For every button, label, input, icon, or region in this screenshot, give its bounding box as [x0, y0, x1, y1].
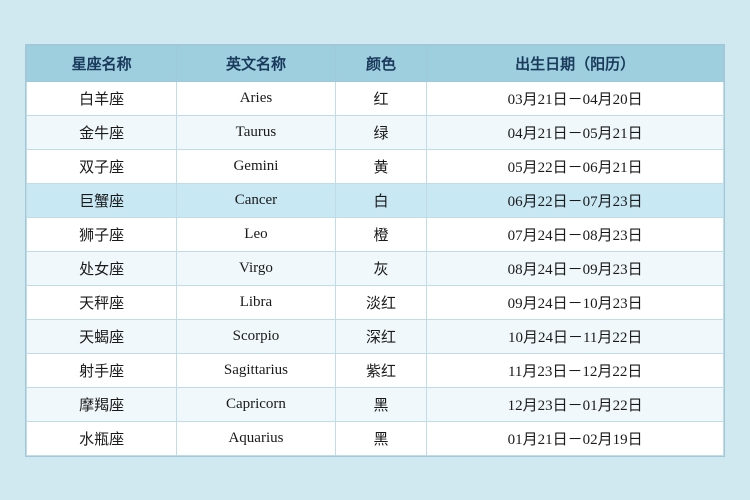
table-row: 双子座Gemini黄05月22日－06月21日 [27, 149, 724, 183]
cell-color: 橙 [335, 217, 427, 251]
table-row: 水瓶座Aquarius黑01月21日－02月19日 [27, 421, 724, 455]
cell-color: 黑 [335, 387, 427, 421]
cell-english-name: Sagittarius [177, 353, 335, 387]
cell-english-name: Leo [177, 217, 335, 251]
cell-chinese-name: 射手座 [27, 353, 177, 387]
table-row: 巨蟹座Cancer白06月22日－07月23日 [27, 183, 724, 217]
cell-color: 黄 [335, 149, 427, 183]
cell-english-name: Gemini [177, 149, 335, 183]
cell-color: 绿 [335, 115, 427, 149]
table-row: 天蝎座Scorpio深红10月24日－11月22日 [27, 319, 724, 353]
header-chinese-name: 星座名称 [27, 45, 177, 81]
cell-dates: 08月24日－09月23日 [427, 251, 724, 285]
cell-english-name: Taurus [177, 115, 335, 149]
cell-dates: 04月21日－05月21日 [427, 115, 724, 149]
cell-english-name: Libra [177, 285, 335, 319]
cell-chinese-name: 金牛座 [27, 115, 177, 149]
cell-dates: 12月23日－01月22日 [427, 387, 724, 421]
cell-english-name: Cancer [177, 183, 335, 217]
table-row: 处女座Virgo灰08月24日－09月23日 [27, 251, 724, 285]
table-row: 狮子座Leo橙07月24日－08月23日 [27, 217, 724, 251]
table-row: 射手座Sagittarius紫红11月23日－12月22日 [27, 353, 724, 387]
table-row: 摩羯座Capricorn黑12月23日－01月22日 [27, 387, 724, 421]
table-row: 白羊座Aries红03月21日－04月20日 [27, 81, 724, 115]
cell-chinese-name: 水瓶座 [27, 421, 177, 455]
cell-english-name: Virgo [177, 251, 335, 285]
cell-english-name: Capricorn [177, 387, 335, 421]
cell-dates: 06月22日－07月23日 [427, 183, 724, 217]
cell-color: 淡红 [335, 285, 427, 319]
cell-english-name: Aquarius [177, 421, 335, 455]
cell-color: 黑 [335, 421, 427, 455]
cell-dates: 01月21日－02月19日 [427, 421, 724, 455]
cell-english-name: Aries [177, 81, 335, 115]
table-row: 天秤座Libra淡红09月24日－10月23日 [27, 285, 724, 319]
cell-chinese-name: 双子座 [27, 149, 177, 183]
cell-color: 紫红 [335, 353, 427, 387]
cell-color: 灰 [335, 251, 427, 285]
cell-dates: 05月22日－06月21日 [427, 149, 724, 183]
cell-chinese-name: 白羊座 [27, 81, 177, 115]
header-color: 颜色 [335, 45, 427, 81]
cell-dates: 11月23日－12月22日 [427, 353, 724, 387]
zodiac-table-container: 星座名称 英文名称 颜色 出生日期（阳历） 白羊座Aries红03月21日－04… [25, 44, 725, 457]
cell-color: 白 [335, 183, 427, 217]
cell-chinese-name: 巨蟹座 [27, 183, 177, 217]
zodiac-table: 星座名称 英文名称 颜色 出生日期（阳历） 白羊座Aries红03月21日－04… [26, 45, 724, 456]
cell-color: 深红 [335, 319, 427, 353]
cell-chinese-name: 天蝎座 [27, 319, 177, 353]
cell-chinese-name: 天秤座 [27, 285, 177, 319]
cell-dates: 09月24日－10月23日 [427, 285, 724, 319]
cell-chinese-name: 处女座 [27, 251, 177, 285]
table-header-row: 星座名称 英文名称 颜色 出生日期（阳历） [27, 45, 724, 81]
cell-chinese-name: 摩羯座 [27, 387, 177, 421]
table-body: 白羊座Aries红03月21日－04月20日金牛座Taurus绿04月21日－0… [27, 81, 724, 455]
cell-dates: 03月21日－04月20日 [427, 81, 724, 115]
cell-dates: 10月24日－11月22日 [427, 319, 724, 353]
header-english-name: 英文名称 [177, 45, 335, 81]
cell-english-name: Scorpio [177, 319, 335, 353]
cell-chinese-name: 狮子座 [27, 217, 177, 251]
cell-dates: 07月24日－08月23日 [427, 217, 724, 251]
header-dates: 出生日期（阳历） [427, 45, 724, 81]
table-row: 金牛座Taurus绿04月21日－05月21日 [27, 115, 724, 149]
cell-color: 红 [335, 81, 427, 115]
